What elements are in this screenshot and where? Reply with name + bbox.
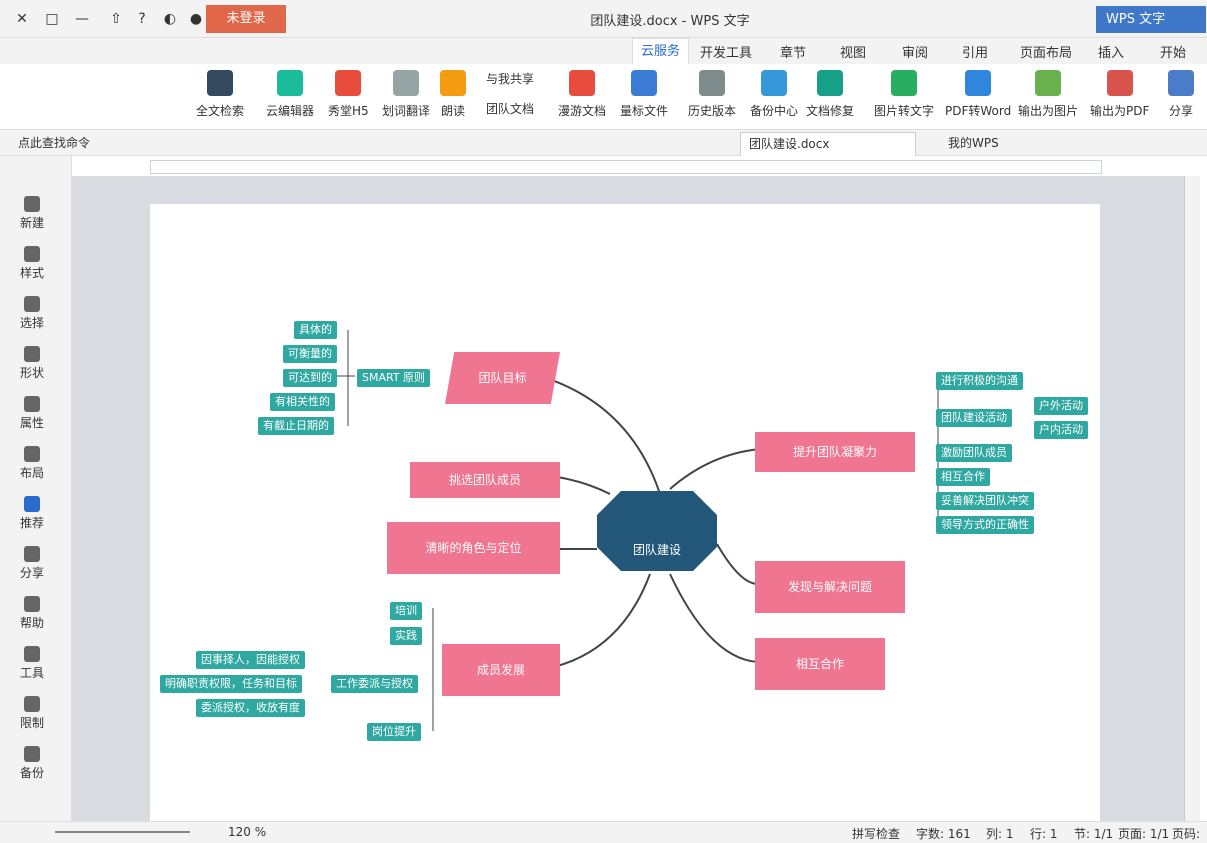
roaming-doc-button[interactable]: 漫游文档 [558, 70, 606, 119]
share-button[interactable]: 分享 [1168, 70, 1194, 119]
tab-bar: 团队建设.docx 我的WPS 点此查找命令 [0, 130, 1207, 156]
sidebar: 新建 样式 选择 形状 属性 布局 推荐 分享 帮助 工具 限制 备份 [0, 156, 72, 821]
vertical-ruler[interactable] [1184, 176, 1200, 821]
leaf-leadership[interactable]: 领导方式的正确性 [936, 516, 1034, 534]
wps-brand-button[interactable]: WPS 文字 [1096, 6, 1206, 33]
status-col: 列: 1 [986, 827, 1014, 841]
cloud-editor-button[interactable]: 云编辑器 [266, 70, 314, 119]
leaf-training[interactable]: 培训 [390, 602, 422, 620]
status-section: 节: 1/1 [1074, 827, 1114, 841]
node-cohesion[interactable]: 提升团队凝聚力 [755, 432, 915, 472]
leaf-specific[interactable]: 具体的 [294, 321, 337, 339]
quantum-file-button[interactable]: 量标文件 [620, 70, 668, 119]
status-row: 行: 1 [1030, 827, 1058, 841]
sidebar-recommend[interactable]: 推荐 [12, 496, 52, 531]
node-roles[interactable]: 清晰的角色与定位 [387, 522, 560, 574]
menu-view[interactable]: 视图 [840, 42, 866, 61]
sidebar-limit[interactable]: 限制 [12, 696, 52, 731]
leaf-cooperate[interactable]: 相互合作 [936, 468, 990, 486]
sidebar-property[interactable]: 属性 [12, 396, 52, 431]
pdf-to-word-button[interactable]: PDF转Word [945, 70, 1011, 119]
maximize-icon[interactable]: □ [42, 8, 62, 30]
sidebar-style[interactable]: 样式 [12, 246, 52, 281]
translate-button[interactable]: 划词翻译 [382, 70, 430, 119]
export-image-button[interactable]: 输出为图片 [1018, 70, 1078, 119]
export-pdf-button[interactable]: 输出为PDF [1090, 70, 1149, 119]
leaf-practice[interactable]: 实践 [390, 627, 422, 645]
leaf-achievable[interactable]: 可达到的 [283, 369, 337, 387]
leaf-measurable[interactable]: 可衡量的 [283, 345, 337, 363]
spell-check[interactable]: 拼写检查 [852, 825, 900, 842]
login-button[interactable]: 未登录 [206, 5, 286, 33]
status-bar: 页码: 1 页面: 1/1 节: 1/1 行: 1 列: 1 字数: 161 拼… [0, 821, 1207, 843]
menu-insert[interactable]: 插入 [1098, 42, 1124, 61]
title-bar: ✕ □ — ⇧ ? ◐ ● 未登录 团队建设.docx - WPS 文字 WPS… [0, 0, 1207, 38]
horizontal-ruler[interactable] [150, 160, 1102, 174]
shared-with-me-button[interactable]: 与我共享 [486, 70, 534, 87]
window-title: 团队建设.docx - WPS 文字 [590, 14, 750, 29]
sidebar-select[interactable]: 选择 [12, 296, 52, 331]
leaf-motivate[interactable]: 激励团队成员 [936, 444, 1012, 462]
sidebar-new[interactable]: 新建 [12, 196, 52, 231]
sidebar-tools[interactable]: 工具 [12, 646, 52, 681]
node-member-dev[interactable]: 成员发展 [442, 644, 560, 696]
command-search[interactable]: 点此查找命令 [10, 132, 98, 156]
sidebar-shape[interactable]: 形状 [12, 346, 52, 381]
leaf-activities[interactable]: 团队建设活动 [936, 409, 1012, 427]
leaf-deadline[interactable]: 有截止日期的 [258, 417, 334, 435]
leaf-communicate[interactable]: 进行积极的沟通 [936, 372, 1023, 390]
leaf-moderate[interactable]: 委派授权，收放有度 [196, 699, 305, 717]
sidebar-share[interactable]: 分享 [12, 546, 52, 581]
settings-icon[interactable]: ● [186, 8, 206, 30]
menu-start[interactable]: 开始 [1160, 42, 1186, 61]
node-smart[interactable]: SMART 原则 [357, 369, 431, 387]
menu-review[interactable]: 审阅 [902, 42, 928, 61]
doc-repair-button[interactable]: 文档修复 [806, 70, 854, 119]
full-text-search-button[interactable]: 全文检索 [196, 70, 244, 119]
menu-ref[interactable]: 引用 [962, 42, 988, 61]
menu-bar: 云服务 开发工具 章节 视图 审阅 引用 页面布局 插入 开始 [0, 38, 1207, 64]
leaf-indoor[interactable]: 户内活动 [1034, 421, 1088, 439]
team-doc-button[interactable]: 团队文档 [486, 100, 534, 117]
node-team-goal[interactable]: 团队目标 [445, 352, 560, 404]
sidebar-help[interactable]: 帮助 [12, 596, 52, 631]
status-words: 字数: 161 [916, 827, 971, 841]
history-button[interactable]: 历史版本 [688, 70, 736, 119]
skin-icon[interactable]: ◐ [160, 8, 180, 30]
close-icon[interactable]: ✕ [12, 8, 32, 30]
leaf-promotion[interactable]: 岗位提升 [367, 723, 421, 741]
leaf-clarify[interactable]: 明确职责权限，任务和目标 [160, 675, 302, 693]
zoom-level[interactable]: 120 % [228, 825, 266, 839]
status-page: 页码: 1 [1172, 827, 1201, 843]
node-select-members[interactable]: 挑选团队成员 [410, 462, 560, 498]
center-node[interactable]: 团队建设 [597, 491, 717, 571]
help-icon[interactable]: ? [132, 8, 152, 30]
sidebar-layout[interactable]: 布局 [12, 446, 52, 481]
zoom-slider[interactable] [55, 831, 190, 833]
tab-home[interactable]: 我的WPS [940, 132, 1007, 156]
status-pages: 页面: 1/1 [1118, 827, 1170, 841]
tab-document[interactable]: 团队建设.docx [740, 132, 916, 156]
backup-center-button[interactable]: 备份中心 [750, 70, 798, 119]
read-aloud-button[interactable]: 朗读 [440, 70, 466, 119]
minimize-icon[interactable]: — [72, 8, 92, 30]
menu-layout[interactable]: 页面布局 [1020, 42, 1072, 61]
node-teamwork[interactable]: 相互合作 [755, 638, 885, 690]
leaf-outdoor[interactable]: 户外活动 [1034, 397, 1088, 415]
menu-cloud[interactable]: 云服务 [632, 38, 690, 64]
upload-icon[interactable]: ⇧ [106, 8, 126, 30]
menu-section[interactable]: 章节 [780, 42, 806, 61]
leaf-relevant[interactable]: 有相关性的 [270, 393, 335, 411]
h5-button[interactable]: 秀堂H5 [328, 70, 369, 119]
node-problems[interactable]: 发现与解决问题 [755, 561, 905, 613]
sidebar-backup[interactable]: 备份 [12, 746, 52, 781]
leaf-assign[interactable]: 因事择人，因能授权 [196, 651, 305, 669]
node-delegation[interactable]: 工作委派与授权 [331, 675, 418, 693]
menu-dev[interactable]: 开发工具 [700, 42, 752, 61]
image-to-text-button[interactable]: 图片转文字 [874, 70, 934, 119]
leaf-conflict[interactable]: 妥善解决团队冲突 [936, 492, 1034, 510]
ribbon: 分享 输出为PDF 输出为图片 PDF转Word 图片转文字 文档修复 备份中心… [0, 64, 1207, 130]
